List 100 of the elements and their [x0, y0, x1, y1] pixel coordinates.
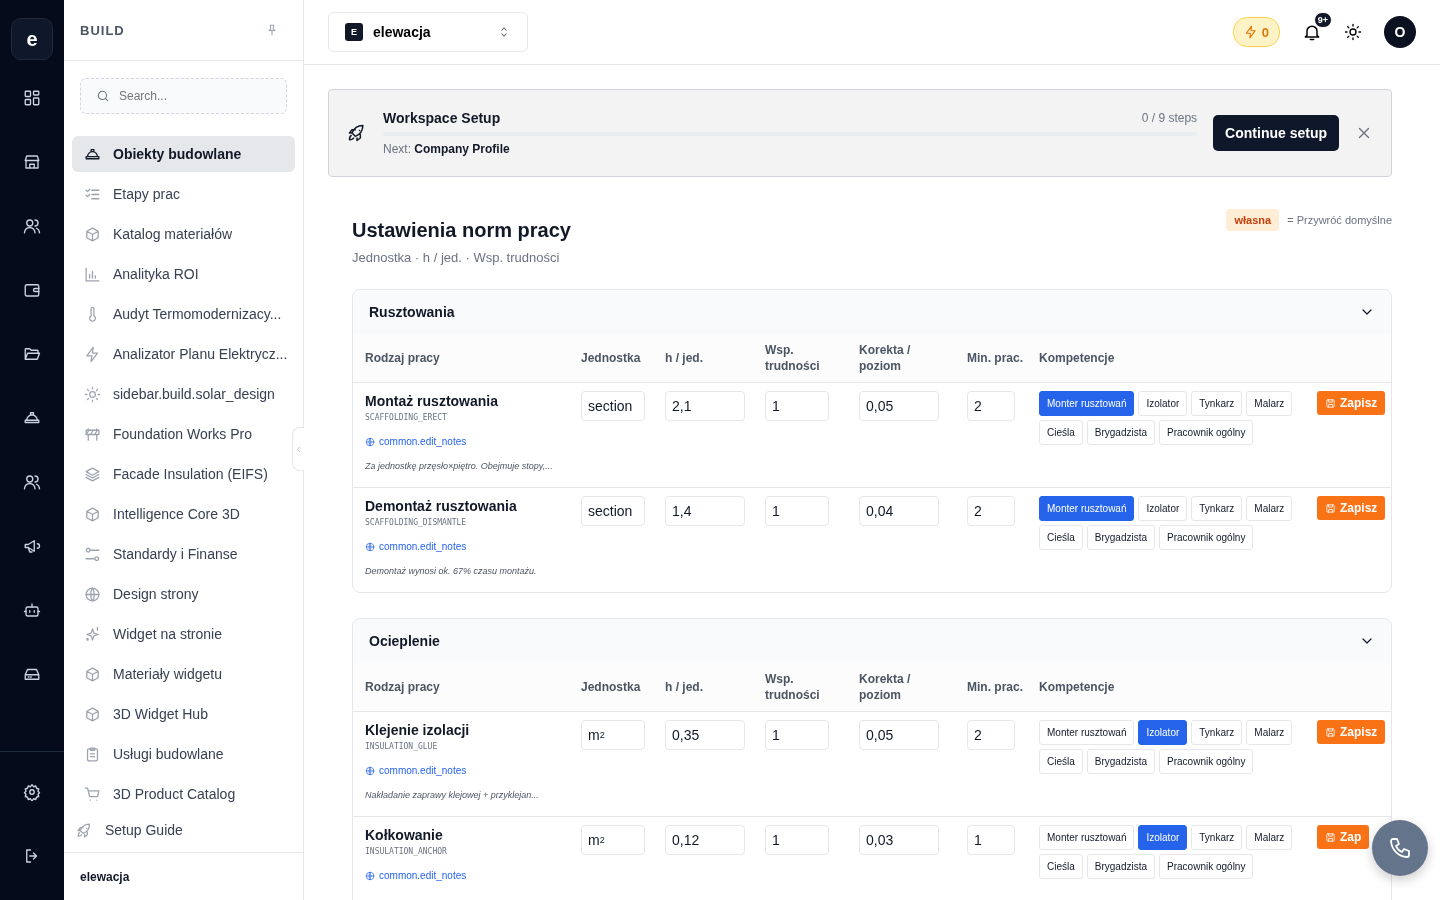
- skill-chip[interactable]: Tynkarz: [1191, 825, 1243, 850]
- page-subtitle: Jednostka · h / jed. · Wsp. trudności: [352, 250, 561, 265]
- unit-field[interactable]: section: [581, 496, 645, 526]
- robot-icon: [23, 601, 41, 619]
- nav-item[interactable]: Katalog materiałów: [72, 216, 295, 253]
- skill-chip[interactable]: Malarz: [1246, 720, 1293, 745]
- nav-item[interactable]: Widget na stronie: [72, 616, 295, 653]
- skill-chip[interactable]: Brygadzista: [1086, 749, 1156, 774]
- nav-item[interactable]: Materiały widgetu: [72, 656, 295, 693]
- skill-chip[interactable]: Cieśla: [1039, 525, 1083, 550]
- nav-item[interactable]: Audyt Termomodernizacy...: [72, 296, 295, 333]
- skill-chip[interactable]: Tynkarz: [1191, 496, 1243, 521]
- skill-chip[interactable]: Malarz: [1246, 825, 1293, 850]
- app-logo[interactable]: e: [11, 18, 53, 60]
- notifications-button[interactable]: 9+: [1302, 12, 1332, 42]
- edit-notes-link[interactable]: common.edit_notes: [365, 765, 467, 776]
- number-field[interactable]: 0,12: [665, 825, 745, 855]
- number-field[interactable]: 0,05: [859, 720, 939, 750]
- nav-item[interactable]: Standardy i Finanse: [72, 536, 295, 573]
- unit-field[interactable]: section: [581, 391, 645, 421]
- continue-setup-button[interactable]: Continue setup: [1213, 115, 1339, 151]
- skill-chip[interactable]: Izolator: [1138, 720, 1188, 745]
- skill-chip[interactable]: Malarz: [1246, 391, 1293, 416]
- skill-chip[interactable]: Monter rusztowań: [1039, 720, 1135, 745]
- nav-item[interactable]: Analityka ROI: [72, 256, 295, 293]
- work-code: SCAFFOLDING_DISMANTLE: [365, 518, 467, 527]
- nav-item[interactable]: Etapy prac: [72, 176, 295, 213]
- number-field[interactable]: 1: [765, 720, 829, 750]
- skill-chip[interactable]: Cieśla: [1039, 420, 1083, 445]
- sidebar-title: BUILD: [80, 22, 125, 38]
- skill-chip[interactable]: Pracownik ogólny: [1159, 420, 1254, 445]
- setup-guide-link[interactable]: Setup Guide: [72, 812, 295, 849]
- work-name: Montaż rusztowania: [365, 393, 498, 409]
- number-field[interactable]: 2: [967, 391, 1015, 421]
- skill-chip[interactable]: Monter rusztowań: [1039, 496, 1135, 521]
- nav-item[interactable]: Obiekty budowlane: [72, 136, 295, 173]
- number-field[interactable]: 0,05: [859, 391, 939, 421]
- nav-item[interactable]: 3D Product Catalog: [72, 776, 295, 813]
- column-header: Jednostka: [581, 350, 642, 366]
- nav-item[interactable]: sidebar.build.solar_design: [72, 376, 295, 413]
- skill-chip[interactable]: Malarz: [1246, 496, 1293, 521]
- number-field[interactable]: 1: [765, 825, 829, 855]
- save-icon: [1325, 502, 1336, 514]
- nav-item[interactable]: Analizator Planu Elektrycz...: [72, 336, 295, 373]
- skill-chip[interactable]: Izolator: [1138, 391, 1188, 416]
- number-field[interactable]: 1,4: [665, 496, 745, 526]
- nav-item[interactable]: Usługi budowlane: [72, 736, 295, 773]
- skill-chip[interactable]: Izolator: [1138, 825, 1188, 850]
- number-field[interactable]: 0,04: [859, 496, 939, 526]
- skill-chip[interactable]: Pracownik ogólny: [1159, 749, 1254, 774]
- skill-chip[interactable]: Monter rusztowań: [1039, 391, 1135, 416]
- skill-chip[interactable]: Brygadzista: [1086, 420, 1156, 445]
- nav-item[interactable]: Intelligence Core 3D: [72, 496, 295, 533]
- unit-field[interactable]: m$^{2}$: [581, 720, 645, 750]
- skill-chip[interactable]: Brygadzista: [1086, 525, 1156, 550]
- call-button[interactable]: [1372, 820, 1428, 876]
- skill-chip[interactable]: Pracownik ogólny: [1159, 854, 1254, 879]
- number-field[interactable]: 0,35: [665, 720, 745, 750]
- skill-chip[interactable]: Pracownik ogólny: [1159, 525, 1254, 550]
- column-header: Rodzaj pracy: [365, 350, 441, 366]
- sliders-icon: [84, 545, 101, 563]
- nav-item[interactable]: Design strony: [72, 576, 295, 613]
- number-field[interactable]: 2: [967, 720, 1015, 750]
- skill-chip[interactable]: Brygadzista: [1086, 854, 1156, 879]
- edit-notes-link[interactable]: common.edit_notes: [365, 870, 467, 881]
- skill-chip[interactable]: Monter rusztowań: [1039, 825, 1135, 850]
- section-header[interactable]: Ocieplenie: [353, 619, 1391, 663]
- nav-item[interactable]: Foundation Works Pro: [72, 416, 295, 453]
- number-field[interactable]: 2,1: [665, 391, 745, 421]
- number-field[interactable]: 1: [765, 391, 829, 421]
- theme-toggle[interactable]: [1344, 23, 1362, 41]
- section-header[interactable]: Rusztowania: [353, 290, 1391, 334]
- edit-notes-link[interactable]: common.edit_notes: [365, 541, 467, 552]
- number-field[interactable]: 0,03: [859, 825, 939, 855]
- work-code: INSULATION_ANCHOR: [365, 847, 447, 856]
- number-field[interactable]: 1: [967, 825, 1015, 855]
- column-header: Korekta / poziom: [859, 342, 912, 374]
- skill-chip[interactable]: Cieśla: [1039, 749, 1083, 774]
- work-name: Klejenie izolacji: [365, 722, 470, 738]
- nav-item[interactable]: Facade Insulation (EIFS): [72, 456, 295, 493]
- skill-chip[interactable]: Cieśla: [1039, 854, 1083, 879]
- column-header: Rodzaj pracy: [365, 679, 441, 695]
- work-code: SCAFFOLDING_ERECT: [365, 413, 447, 422]
- bar-chart-icon: [84, 265, 101, 283]
- number-field[interactable]: 1: [765, 496, 829, 526]
- skill-chip[interactable]: Tynkarz: [1191, 720, 1243, 745]
- search-field[interactable]: Search...: [80, 78, 287, 115]
- sun-icon: [84, 385, 101, 403]
- user-avatar[interactable]: O: [1384, 16, 1416, 48]
- work-note: Za jednostkę przęsło×piętro. Obejmuje stopy,...: [365, 461, 553, 471]
- skill-chip[interactable]: Tynkarz: [1191, 391, 1243, 416]
- number-field[interactable]: 2: [967, 496, 1015, 526]
- collapse-handle[interactable]: [292, 427, 304, 471]
- skill-chip[interactable]: Izolator: [1138, 496, 1188, 521]
- edit-notes-link[interactable]: common.edit_notes: [365, 436, 467, 447]
- pin-icon: [265, 23, 279, 38]
- nav-item[interactable]: 3D Widget Hub: [72, 696, 295, 733]
- workspace-selector[interactable]: E elewacja: [328, 12, 528, 52]
- column-header: Wsp. trudności: [765, 342, 821, 374]
- unit-field[interactable]: m$^{2}$: [581, 825, 645, 855]
